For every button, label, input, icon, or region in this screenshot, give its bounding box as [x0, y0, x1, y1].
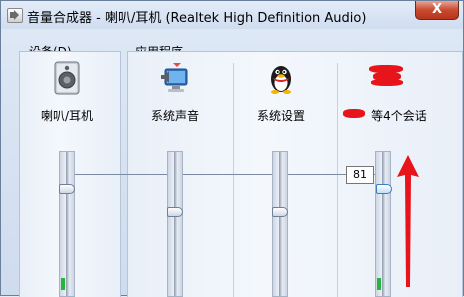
title-bar: 音量合成器 - 喇叭/耳机 (Realtek High Definition A…	[1, 1, 463, 29]
qq-penguin-icon[interactable]	[265, 61, 297, 95]
close-button[interactable]: X	[415, 1, 459, 20]
device-volume-thumb[interactable]	[59, 184, 75, 194]
device-volume-slider[interactable]	[59, 151, 75, 297]
system-sounds-volume-thumb[interactable]	[167, 207, 183, 217]
app-name-system-settings: 系统设置	[256, 109, 305, 123]
redacted-app-icon[interactable]	[369, 65, 403, 87]
speaker-icon	[7, 8, 23, 23]
speaker-icon[interactable]	[51, 61, 83, 95]
window-title: 音量合成器 - 喇叭/耳机 (Realtek High Definition A…	[27, 11, 367, 26]
system-settings-volume-thumb[interactable]	[272, 207, 288, 217]
system-sounds-volume-slider[interactable]	[167, 151, 183, 297]
app-name-system-sounds: 系统声音	[150, 109, 199, 123]
system-settings-volume-slider[interactable]	[272, 151, 288, 297]
system-sounds-icon[interactable]	[159, 61, 191, 95]
device-peak-meter	[61, 278, 65, 290]
app-name-sessions: 等4个会话	[371, 109, 427, 123]
volume-mixer-window: 音量合成器 - 喇叭/耳机 (Realtek High Definition A…	[0, 0, 464, 297]
slider-link-line	[71, 174, 383, 175]
device-name: 喇叭/耳机	[40, 109, 94, 123]
sessions-volume-thumb[interactable]	[376, 184, 392, 194]
sessions-peak-meter	[377, 278, 381, 290]
sessions-volume-slider[interactable]	[375, 151, 392, 297]
annotation-arrow	[397, 155, 419, 287]
volume-tooltip: 81	[346, 166, 374, 184]
